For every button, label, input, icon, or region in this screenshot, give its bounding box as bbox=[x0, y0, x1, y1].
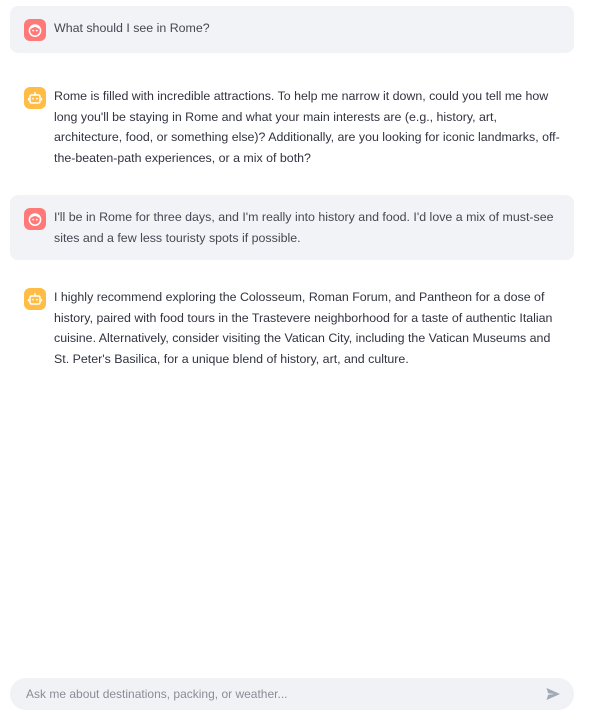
user-face-icon bbox=[24, 208, 46, 230]
message-text: I highly recommend exploring the Colosse… bbox=[54, 290, 553, 366]
message-text: What should I see in Rome? bbox=[54, 21, 210, 35]
chat-message-user: I'll be in Rome for three days, and I'm … bbox=[10, 195, 574, 260]
send-button[interactable] bbox=[542, 683, 564, 705]
chat-page: What should I see in Rome? Rome is fille… bbox=[0, 0, 594, 728]
chat-message-assistant: I highly recommend exploring the Colosse… bbox=[10, 275, 574, 381]
message-text: Rome is filled with incredible attractio… bbox=[54, 89, 560, 165]
robot-icon bbox=[24, 288, 46, 310]
chat-message-assistant: Rome is filled with incredible attractio… bbox=[10, 74, 574, 180]
send-icon bbox=[546, 688, 560, 700]
chat-messages: What should I see in Rome? Rome is fille… bbox=[10, 6, 574, 381]
message-text: I'll be in Rome for three days, and I'm … bbox=[54, 210, 554, 245]
robot-icon bbox=[24, 87, 46, 109]
chat-input[interactable] bbox=[24, 686, 542, 702]
user-face-icon bbox=[24, 19, 46, 41]
chat-input-bar bbox=[10, 678, 574, 710]
chat-message-user: What should I see in Rome? bbox=[10, 6, 574, 53]
